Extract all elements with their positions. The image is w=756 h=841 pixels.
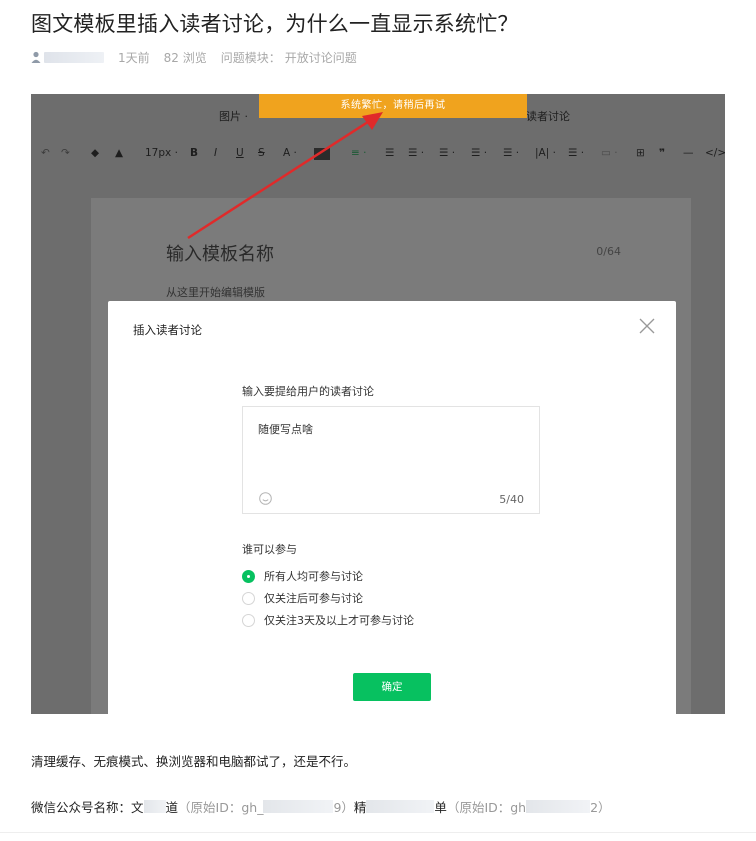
wx-orig2-id-open: （原始ID：gh	[446, 800, 527, 815]
wechat-account-line: 微信公众号名称：文 道 （原始ID：gh_ 9） 精 单 （原始ID：gh 2）	[31, 797, 611, 816]
radio-unchecked-icon[interactable]	[242, 613, 255, 627]
option-followers[interactable]: 仅关注后可参与讨论	[242, 590, 363, 606]
wx-orig-id-tail: 9）	[333, 800, 354, 815]
insert-discussion-dialog: 插入读者讨论 输入要提给用户的读者讨论 随便写点啥 5/40 谁可以参与 所有人…	[108, 301, 676, 714]
participant-label: 谁可以参与	[242, 543, 297, 556]
discussion-textarea[interactable]: 随便写点啥 5/40	[242, 406, 540, 514]
view-count: 82 浏览	[163, 50, 207, 65]
discussion-field-label: 输入要提给用户的读者讨论	[242, 385, 374, 398]
option-label: 所有人均可参与讨论	[264, 570, 363, 583]
post-time: 1天前	[118, 50, 150, 65]
category-link[interactable]: 开放讨论问题	[285, 49, 357, 66]
wx-orig-id-open: （原始ID：gh_	[178, 800, 264, 815]
post-title: 图文模板里插入读者讨论，为什么一直显示系统忙？	[31, 12, 519, 36]
redacted-text	[143, 800, 166, 813]
confirm-button[interactable]: 确定	[353, 673, 431, 701]
category-label: 问题模块：	[220, 50, 281, 65]
discussion-char-count: 5/40	[499, 493, 524, 506]
close-icon[interactable]	[638, 317, 656, 335]
discussion-textarea-value: 随便写点啥	[258, 423, 313, 436]
dialog-title: 插入读者讨论	[133, 323, 202, 337]
emoji-icon[interactable]	[259, 492, 272, 505]
divider	[0, 832, 756, 833]
redacted-text	[526, 800, 591, 813]
wx-orig2-id-tail: 2）	[590, 800, 611, 815]
option-label: 仅关注后可参与讨论	[264, 592, 363, 605]
radio-checked-icon[interactable]	[242, 569, 255, 583]
post-meta: 1天前 82 浏览 问题模块： 开放讨论问题	[31, 48, 357, 66]
author-name-redacted[interactable]	[44, 51, 104, 63]
post-paragraph: 清理缓存、无痕模式、换浏览器和电脑都试了，还是不行。	[31, 754, 357, 769]
user-icon	[31, 51, 41, 63]
wx-name1-tail: 道	[165, 800, 179, 815]
embedded-screenshot: 图片 · 读者讨论 系统繁忙，请稍后再试 ↶ ↷ ◆ ▲ 17px · B I …	[31, 94, 725, 714]
option-followers-3days[interactable]: 仅关注3天及以上才可参与讨论	[242, 612, 414, 628]
wx-name2-head: 精	[353, 800, 367, 815]
redacted-text	[263, 800, 334, 813]
option-label: 仅关注3天及以上才可参与讨论	[264, 614, 414, 627]
radio-unchecked-icon[interactable]	[242, 591, 255, 605]
option-everyone[interactable]: 所有人均可参与讨论	[242, 568, 363, 584]
redacted-text	[366, 800, 435, 813]
wx-prefix: 微信公众号名称：文	[31, 800, 144, 815]
wx-name2-tail: 单	[434, 800, 447, 815]
